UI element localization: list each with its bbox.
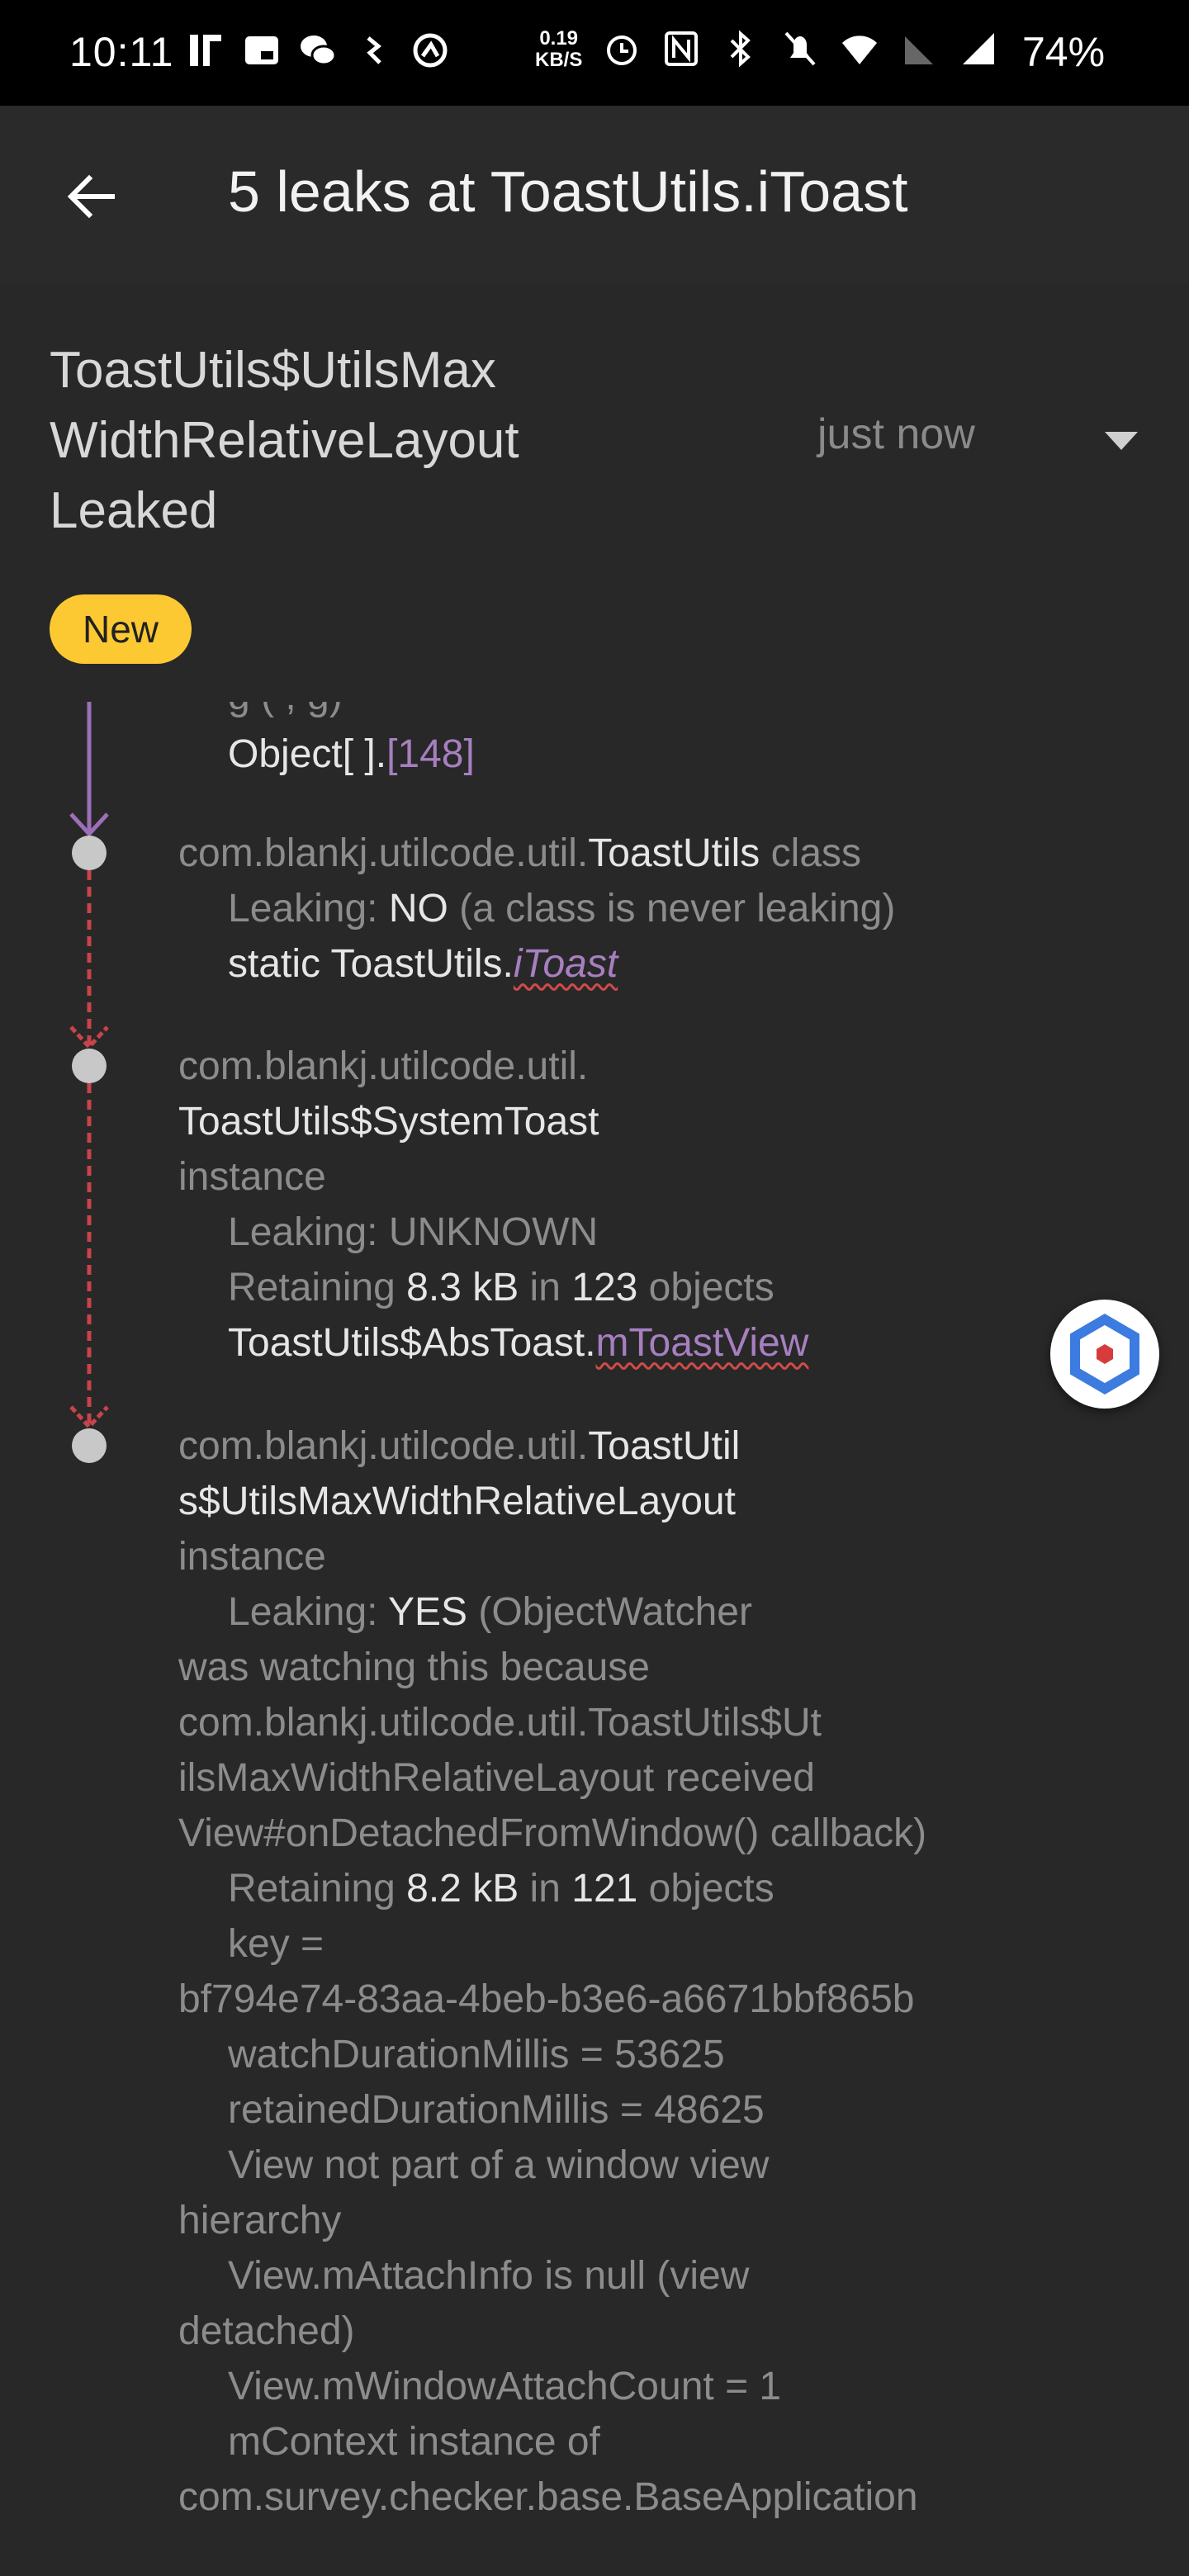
- leak-title: ToastUtils$UtilsMax WidthRelativeLayout …: [50, 342, 519, 539]
- node1-leaking: Leaking: NO (a class is never leaking): [178, 881, 895, 936]
- node1-leaking-value: NO: [388, 887, 448, 930]
- node1-reference[interactable]: static ToastUtils.iToast: [178, 936, 895, 992]
- status-right-icons: [603, 28, 997, 69]
- trace-clipped-reference: Object[ ].[148]: [228, 727, 475, 782]
- status-bar: 10:11 0.19 KB/S 74%: [0, 0, 1189, 106]
- node3-window-attach-count: View.mWindowAttachCount = 1: [228, 2365, 782, 2408]
- network-speed-value: 0.19: [539, 27, 579, 50]
- node2-reference[interactable]: ToastUtils$AbsToast.mToastView: [178, 1315, 808, 1371]
- node3-not-part-2: hierarchy: [178, 2199, 342, 2242]
- trace-node-1: [72, 836, 107, 870]
- back-button[interactable]: [50, 155, 132, 238]
- leak-trace: g ( , g) Object[ ].[148] com.blankj.util…: [0, 702, 1189, 2576]
- node3-context-1: mContext instance of: [228, 2420, 600, 2464]
- trace-graph: [69, 702, 109, 1463]
- node2-package: com.blankj.utilcode.util.: [178, 1044, 589, 1088]
- node2-retaining-label: Retaining: [228, 1266, 407, 1309]
- battery-level: 74%: [1022, 29, 1106, 75]
- node2-retaining-suffix: objects: [637, 1266, 775, 1309]
- clipped-ref-text: Object[ ].: [228, 732, 387, 776]
- node3-class-part-2: s$UtilsMaxWidthRelativeLayout: [178, 1480, 736, 1523]
- node3-class-part-1: ToastUtil: [588, 1424, 741, 1468]
- node1-ref-field[interactable]: iToast: [514, 942, 618, 986]
- no-sim-icon: [900, 28, 938, 69]
- node3-key-label: key =: [228, 1922, 324, 1966]
- node3-retaining-count: 121: [571, 1867, 638, 1911]
- trace-node-3: [72, 1428, 107, 1463]
- node2-ref-field[interactable]: mToastView: [596, 1321, 809, 1365]
- node3-leaking-note-5: View#onDetachedFromWindow() callback): [178, 1811, 927, 1855]
- node2-class: ToastUtils$SystemToast: [178, 1100, 599, 1144]
- node2-kind: instance: [178, 1155, 326, 1199]
- node3-leaking: Leaking: YES (ObjectWatcher: [178, 1584, 926, 1640]
- node2-leaking-label: Leaking:: [228, 1210, 389, 1254]
- node3-retaining-suffix: objects: [637, 1867, 775, 1911]
- toolbar: 5 leaks at ToastUtils.iToast: [0, 106, 1189, 284]
- node3-retaining-in: in: [519, 1867, 572, 1911]
- mute-icon: [781, 28, 819, 69]
- node3-leaking-note-1: (ObjectWatcher: [467, 1590, 752, 1634]
- node3-retaining-label: Retaining: [228, 1867, 407, 1911]
- node3-package: com.blankj.utilcode.util.: [178, 1424, 589, 1468]
- usb-icon: [355, 30, 393, 71]
- node3-not-part-1: View not part of a window view: [228, 2143, 770, 2187]
- clipped-ref-index: [148]: [386, 732, 475, 776]
- triangle-down-icon: [1105, 432, 1138, 450]
- network-speed: 0.19 KB/S: [535, 28, 582, 71]
- node2-ref-prefix: ToastUtils$AbsToast.: [228, 1321, 596, 1365]
- network-speed-unit: KB/S: [535, 49, 583, 71]
- listen-icon: [187, 30, 225, 71]
- node2-leaking: Leaking: UNKNOWN: [178, 1205, 808, 1260]
- node3-class-line-1: com.blankj.utilcode.util.ToastUtil: [178, 1418, 926, 1474]
- app-logo-icon: [1070, 1314, 1139, 1395]
- node1-class: ToastUtils: [588, 831, 760, 875]
- trace-node-2: [72, 1049, 107, 1083]
- sim-icon: [243, 30, 281, 71]
- alarm-icon: [603, 28, 641, 69]
- nfc-icon: [662, 28, 700, 69]
- node2-retaining-in: in: [519, 1266, 572, 1309]
- status-time: 10:11: [69, 29, 174, 75]
- node1-kind: class: [760, 831, 862, 875]
- trace-node-1-text: com.blankj.utilcode.util.ToastUtils clas…: [178, 826, 895, 992]
- bluetooth-icon: [722, 28, 760, 69]
- node1-class-line: com.blankj.utilcode.util.ToastUtils clas…: [178, 826, 895, 881]
- node2-retaining: Retaining 8.3 kB in 123 objects: [178, 1260, 808, 1315]
- node1-leaking-label: Leaking:: [228, 887, 389, 930]
- node3-watch-duration: watchDurationMillis = 53625: [228, 2033, 725, 2076]
- arrow-left-icon: [67, 174, 115, 219]
- node3-retained-duration: retainedDurationMillis = 48625: [228, 2088, 765, 2132]
- node3-retaining-size: 8.2 kB: [406, 1867, 519, 1911]
- node3-key-value: bf794e74-83aa-4beb-b3e6-a6671bbf865b: [178, 1977, 915, 2021]
- node3-attach-info-1: View.mAttachInfo is null (view: [228, 2254, 750, 2298]
- node2-retaining-count: 123: [571, 1266, 638, 1309]
- node1-ref-prefix: static ToastUtils.: [228, 942, 514, 986]
- expand-dropdown-button[interactable]: [1088, 413, 1154, 471]
- status-left-icons: [187, 30, 449, 71]
- trace-clipped-text: g ( , g): [228, 702, 343, 719]
- floating-app-button[interactable]: [1050, 1300, 1159, 1409]
- node3-leaking-note-4: ilsMaxWidthRelativeLayout received: [178, 1756, 815, 1800]
- page-title: 5 leaks at ToastUtils.iToast: [228, 159, 908, 224]
- node2-leaking-value: UNKNOWN: [388, 1210, 599, 1254]
- node3-leaking-note-2: was watching this because: [178, 1646, 650, 1689]
- node3-attach-info-2: detached): [178, 2309, 355, 2353]
- wifi-icon: [841, 28, 879, 69]
- node2-retaining-size: 8.3 kB: [406, 1266, 519, 1309]
- node3-leaking-value: YES: [387, 1590, 467, 1634]
- sync-icon: [411, 30, 449, 71]
- node3-leaking-note-3: com.blankj.utilcode.util.ToastUtils$Ut: [178, 1701, 822, 1745]
- node3-context-2: com.survey.checker.base.BaseApplication: [178, 2475, 918, 2519]
- trace-node-2-text: com.blankj.utilcode.util. ToastUtils$Sys…: [178, 1039, 808, 1371]
- new-badge: New: [50, 594, 192, 664]
- node3-kind: instance: [178, 1535, 326, 1579]
- node1-package: com.blankj.utilcode.util.: [178, 831, 589, 875]
- trace-node-3-text: com.blankj.utilcode.util.ToastUtil s$Uti…: [178, 1418, 926, 2525]
- leak-time: just now: [817, 410, 975, 458]
- node1-leaking-note: (a class is never leaking): [448, 887, 896, 930]
- wechat-icon: [299, 30, 337, 71]
- node3-retaining: Retaining 8.2 kB in 121 objects: [178, 1861, 926, 1916]
- signal-icon: [959, 28, 997, 69]
- node3-leaking-label: Leaking:: [228, 1590, 388, 1634]
